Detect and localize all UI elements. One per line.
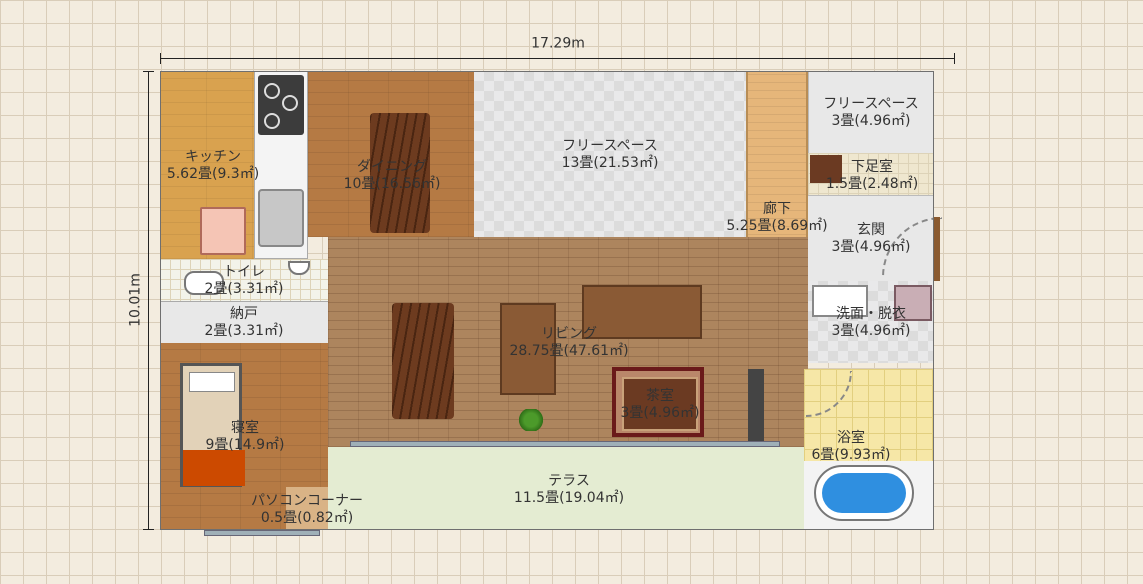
free-space-main-name: フリースペース	[562, 138, 658, 154]
bathroom-area: 6畳(9.93㎡)	[811, 447, 891, 463]
corridor-name: 廊下	[763, 201, 791, 217]
kitchen-area: 5.62畳(9.3㎡)	[166, 166, 260, 182]
entrance-door	[934, 217, 940, 281]
corridor-area: 5.25畳(8.69㎡)	[726, 218, 828, 234]
tea-room-name: 茶室	[645, 388, 674, 404]
storage-area: 2畳(3.31㎡)	[204, 323, 284, 339]
label-toilet: トイレ 2畳(3.31㎡)	[204, 264, 283, 298]
label-washroom: 洗面・脱衣 3畳(4.96㎡)	[831, 306, 910, 340]
free-space-small-area: 3畳(4.96㎡)	[831, 113, 911, 129]
entrance-name: 玄関	[856, 222, 885, 238]
washroom-name: 洗面・脱衣	[835, 306, 906, 322]
label-tea-room: 茶室 3畳(4.96㎡)	[620, 388, 699, 422]
shoe-room-name: 下足室	[851, 159, 893, 175]
living-name: リビング	[541, 326, 597, 342]
free-space-small-name: フリースペース	[823, 96, 919, 112]
label-dining: ダイニング 10畳(16.56㎡)	[344, 159, 441, 193]
storage-name: 納戸	[229, 306, 258, 322]
tea-room-area: 3畳(4.96㎡)	[620, 405, 700, 421]
label-free-space-main: フリースペース 13畳(21.53㎡)	[562, 138, 659, 172]
label-free-space-small: フリースペース 3畳(4.96㎡)	[823, 96, 919, 130]
free-space-main-area: 13畳(21.53㎡)	[561, 155, 659, 171]
label-terrace: テラス 11.5畳(19.04㎡)	[514, 473, 624, 507]
bathroom-name: 浴室	[836, 430, 865, 446]
label-bedroom: 寝室 9畳(14.9㎡)	[205, 420, 284, 454]
label-shoe-room: 下足室 1.5畳(2.48㎡)	[826, 159, 918, 193]
bedroom-name: 寝室	[230, 420, 259, 436]
toilet-name: トイレ	[222, 264, 265, 280]
label-bathroom: 浴室 6畳(9.93㎡)	[811, 430, 890, 464]
entrance-area: 3畳(4.96㎡)	[831, 239, 911, 255]
shoe-room-area: 1.5畳(2.48㎡)	[825, 176, 919, 192]
dining-area: 10畳(16.56㎡)	[343, 176, 441, 192]
height-dimension-label: 10.01m	[127, 273, 144, 327]
kitchen-name: キッチン	[185, 149, 241, 165]
label-storage: 納戸 2畳(3.31㎡)	[204, 306, 283, 340]
label-corridor: 廊下 5.25畳(8.69㎡)	[726, 201, 827, 235]
label-living: リビング 28.75畳(47.61㎡)	[509, 326, 628, 360]
width-dimension-line	[160, 58, 955, 59]
pc-corner-area: 0.5畳(0.82㎡)	[260, 510, 354, 526]
width-dimension-tick-left	[160, 53, 161, 64]
bedroom-window	[204, 530, 320, 536]
toilet-area: 2畳(3.31㎡)	[204, 281, 284, 297]
terrace-name: テラス	[548, 473, 590, 489]
terrace-area: 11.5畳(19.04㎡)	[513, 490, 625, 506]
height-dimension-tick-top	[143, 71, 154, 72]
pc-corner-name: パソコンコーナー	[251, 493, 363, 509]
width-dimension-tick-right	[954, 53, 955, 64]
label-pc-corner: パソコンコーナー 0.5畳(0.82㎡)	[251, 493, 363, 527]
height-dimension-line	[148, 71, 149, 530]
bedroom-area: 9畳(14.9㎡)	[205, 437, 285, 453]
width-dimension-label: 17.29m	[531, 35, 585, 52]
label-entrance: 玄関 3畳(4.96㎡)	[831, 222, 910, 256]
living-area: 28.75畳(47.61㎡)	[509, 343, 629, 359]
dining-name: ダイニング	[356, 159, 427, 175]
height-dimension-tick-bottom	[143, 529, 154, 530]
label-kitchen: キッチン 5.62畳(9.3㎡)	[167, 149, 259, 183]
washroom-area: 3畳(4.96㎡)	[831, 323, 911, 339]
